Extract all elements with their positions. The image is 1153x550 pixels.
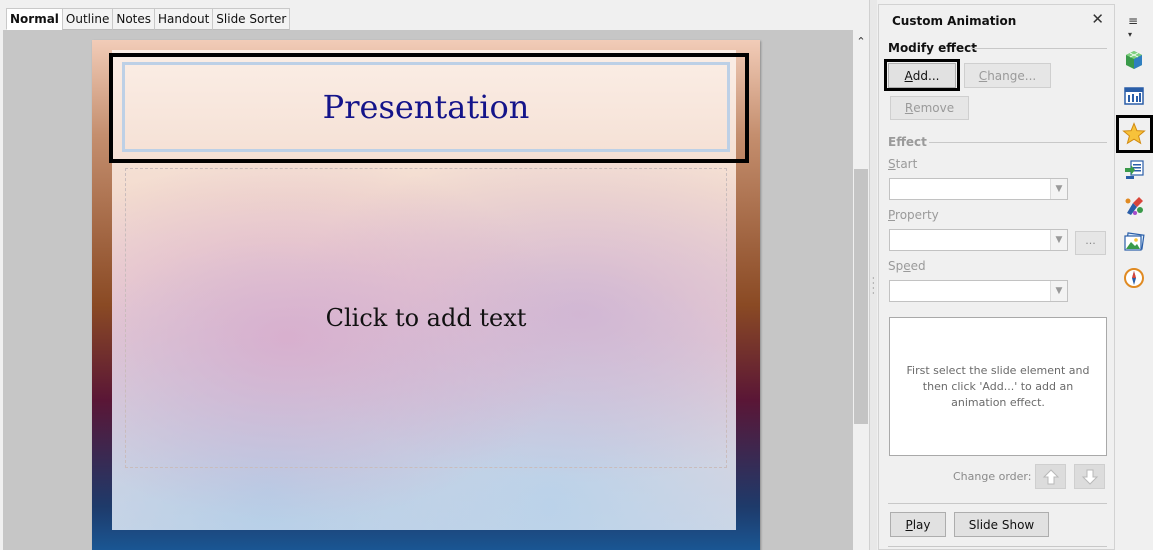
effect-list-hint: First select the slide element and then … bbox=[906, 363, 1090, 409]
speed-dropdown[interactable]: ▼ bbox=[889, 280, 1068, 302]
gallery-icon[interactable] bbox=[1122, 230, 1146, 254]
move-up-button[interactable] bbox=[1035, 464, 1066, 489]
remove-effect-button[interactable]: Remove bbox=[890, 96, 969, 120]
effect-divider bbox=[929, 142, 1107, 143]
view-tab-row: Normal Outline Notes Handout Slide Sorte… bbox=[6, 8, 291, 30]
modify-effect-divider bbox=[971, 48, 1107, 49]
add-button-highlight-frame bbox=[884, 59, 960, 91]
modify-effect-heading: Modify effect bbox=[888, 41, 977, 55]
slide-canvas[interactable]: Presentation Click to add text bbox=[92, 40, 760, 550]
slide-workspace: Presentation Click to add text bbox=[3, 30, 853, 550]
property-options-button[interactable]: ... bbox=[1075, 231, 1106, 255]
effect-list[interactable]: First select the slide element and then … bbox=[889, 317, 1107, 456]
slide-content-text: Click to add text bbox=[325, 304, 527, 332]
sidebar-tab-bar: ≡ ▾ bbox=[1114, 4, 1153, 550]
splitter-grip-icon[interactable]: · · · · bbox=[872, 275, 875, 298]
chevron-down-icon[interactable]: ▼ bbox=[1050, 230, 1067, 250]
menu-icon[interactable]: ≡ ▾ bbox=[1128, 15, 1138, 41]
pane-splitter[interactable]: · · · · bbox=[869, 0, 877, 550]
tab-notes[interactable]: Notes bbox=[112, 8, 156, 30]
arrow-down-icon bbox=[1081, 469, 1098, 485]
start-label: Start bbox=[888, 157, 918, 171]
start-dropdown[interactable]: ▼ bbox=[889, 178, 1068, 200]
arrow-up-icon bbox=[1042, 468, 1059, 484]
slide-transition-icon[interactable] bbox=[1122, 158, 1146, 182]
move-down-button[interactable] bbox=[1074, 464, 1105, 489]
bottom-divider-lower bbox=[888, 546, 1107, 547]
pane-title: Custom Animation bbox=[892, 14, 1017, 28]
properties-cube-icon[interactable] bbox=[1122, 48, 1146, 72]
custom-animation-pane: Custom Animation ✕ Modify effect Add... … bbox=[878, 4, 1114, 550]
close-icon[interactable]: ✕ bbox=[1091, 10, 1104, 28]
effect-heading: Effect bbox=[888, 135, 927, 149]
change-effect-button[interactable]: Change... bbox=[964, 63, 1051, 88]
tab-normal[interactable]: Normal bbox=[6, 8, 63, 30]
speed-label: Speed bbox=[888, 259, 926, 273]
chevron-down-icon[interactable]: ▼ bbox=[1050, 281, 1067, 301]
slide-layouts-icon[interactable] bbox=[1122, 84, 1146, 108]
play-button[interactable]: Play bbox=[890, 512, 946, 537]
view-tabs: Normal Outline Notes Handout Slide Sorte… bbox=[0, 0, 868, 30]
slide-show-button[interactable]: Slide Show bbox=[954, 512, 1049, 537]
scroll-up-arrow-icon[interactable]: ⌃ bbox=[853, 34, 869, 50]
workspace-vertical-scrollbar[interactable]: ⌃ bbox=[853, 30, 869, 550]
tab-handout[interactable]: Handout bbox=[154, 8, 214, 30]
navigator-icon[interactable] bbox=[1122, 266, 1146, 290]
tab-slide-sorter[interactable]: Slide Sorter bbox=[212, 8, 291, 30]
title-highlight-frame bbox=[109, 53, 749, 163]
change-order-label: Change order: bbox=[953, 470, 1032, 483]
custom-animation-star-icon[interactable] bbox=[1122, 122, 1146, 146]
styles-icon[interactable] bbox=[1122, 194, 1146, 218]
property-dropdown[interactable]: ▼ bbox=[889, 229, 1068, 251]
property-label: Property bbox=[888, 208, 939, 222]
tab-outline[interactable]: Outline bbox=[61, 8, 114, 30]
content-placeholder[interactable]: Click to add text bbox=[125, 168, 727, 468]
bottom-divider bbox=[888, 503, 1107, 504]
chevron-down-icon[interactable]: ▼ bbox=[1050, 179, 1067, 199]
scrollbar-thumb[interactable] bbox=[854, 169, 868, 424]
